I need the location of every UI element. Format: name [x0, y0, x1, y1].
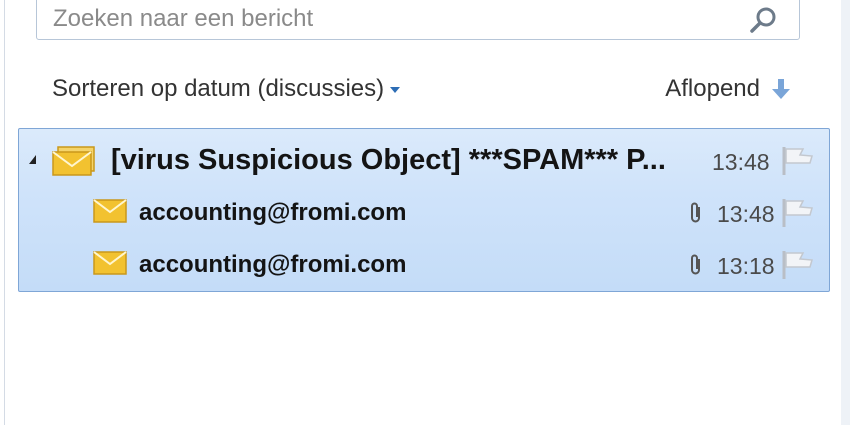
conversation-header-row[interactable]: [virus Suspicious Object] ***SPAM*** P..… [19, 135, 829, 185]
search-box[interactable] [36, 0, 800, 40]
flag-icon[interactable] [779, 249, 815, 281]
arrow-down-icon [772, 79, 790, 99]
sort-caret-icon [390, 87, 401, 93]
flag-icon[interactable] [779, 197, 815, 229]
sort-bar: Sorteren op datum (discussies) Aflopend [52, 72, 792, 106]
message-row[interactable]: accounting@fromi.com 13:18 [19, 239, 829, 289]
search-icon[interactable] [749, 5, 779, 35]
sort-order-toggle[interactable]: Aflopend [665, 72, 792, 106]
envelope-icon [93, 199, 127, 223]
expand-triangle-icon[interactable] [29, 155, 36, 164]
message-sender: accounting@fromi.com [139, 199, 407, 226]
sort-by-label: Sorteren op datum (discussies) [52, 75, 385, 102]
reading-pane-edge [841, 0, 850, 425]
envelope-icon [93, 251, 127, 275]
message-row[interactable]: accounting@fromi.com 13:48 [19, 187, 829, 237]
sort-order-label: Aflopend [665, 75, 760, 102]
flag-icon[interactable] [779, 145, 815, 177]
conversation-time: 13:48 [712, 149, 770, 175]
message-time: 13:18 [717, 253, 775, 279]
conversation-group[interactable]: [virus Suspicious Object] ***SPAM*** P..… [18, 128, 830, 292]
paperclip-icon [691, 254, 700, 275]
envelope-stack-icon [52, 146, 95, 176]
search-input[interactable] [51, 1, 735, 37]
message-sender: accounting@fromi.com [139, 251, 407, 278]
conversation-subject: [virus Suspicious Object] ***SPAM*** P..… [111, 144, 666, 176]
paperclip-icon [691, 202, 700, 223]
message-time: 13:48 [717, 201, 775, 227]
sort-by-dropdown[interactable]: Sorteren op datum (discussies) [52, 72, 401, 106]
